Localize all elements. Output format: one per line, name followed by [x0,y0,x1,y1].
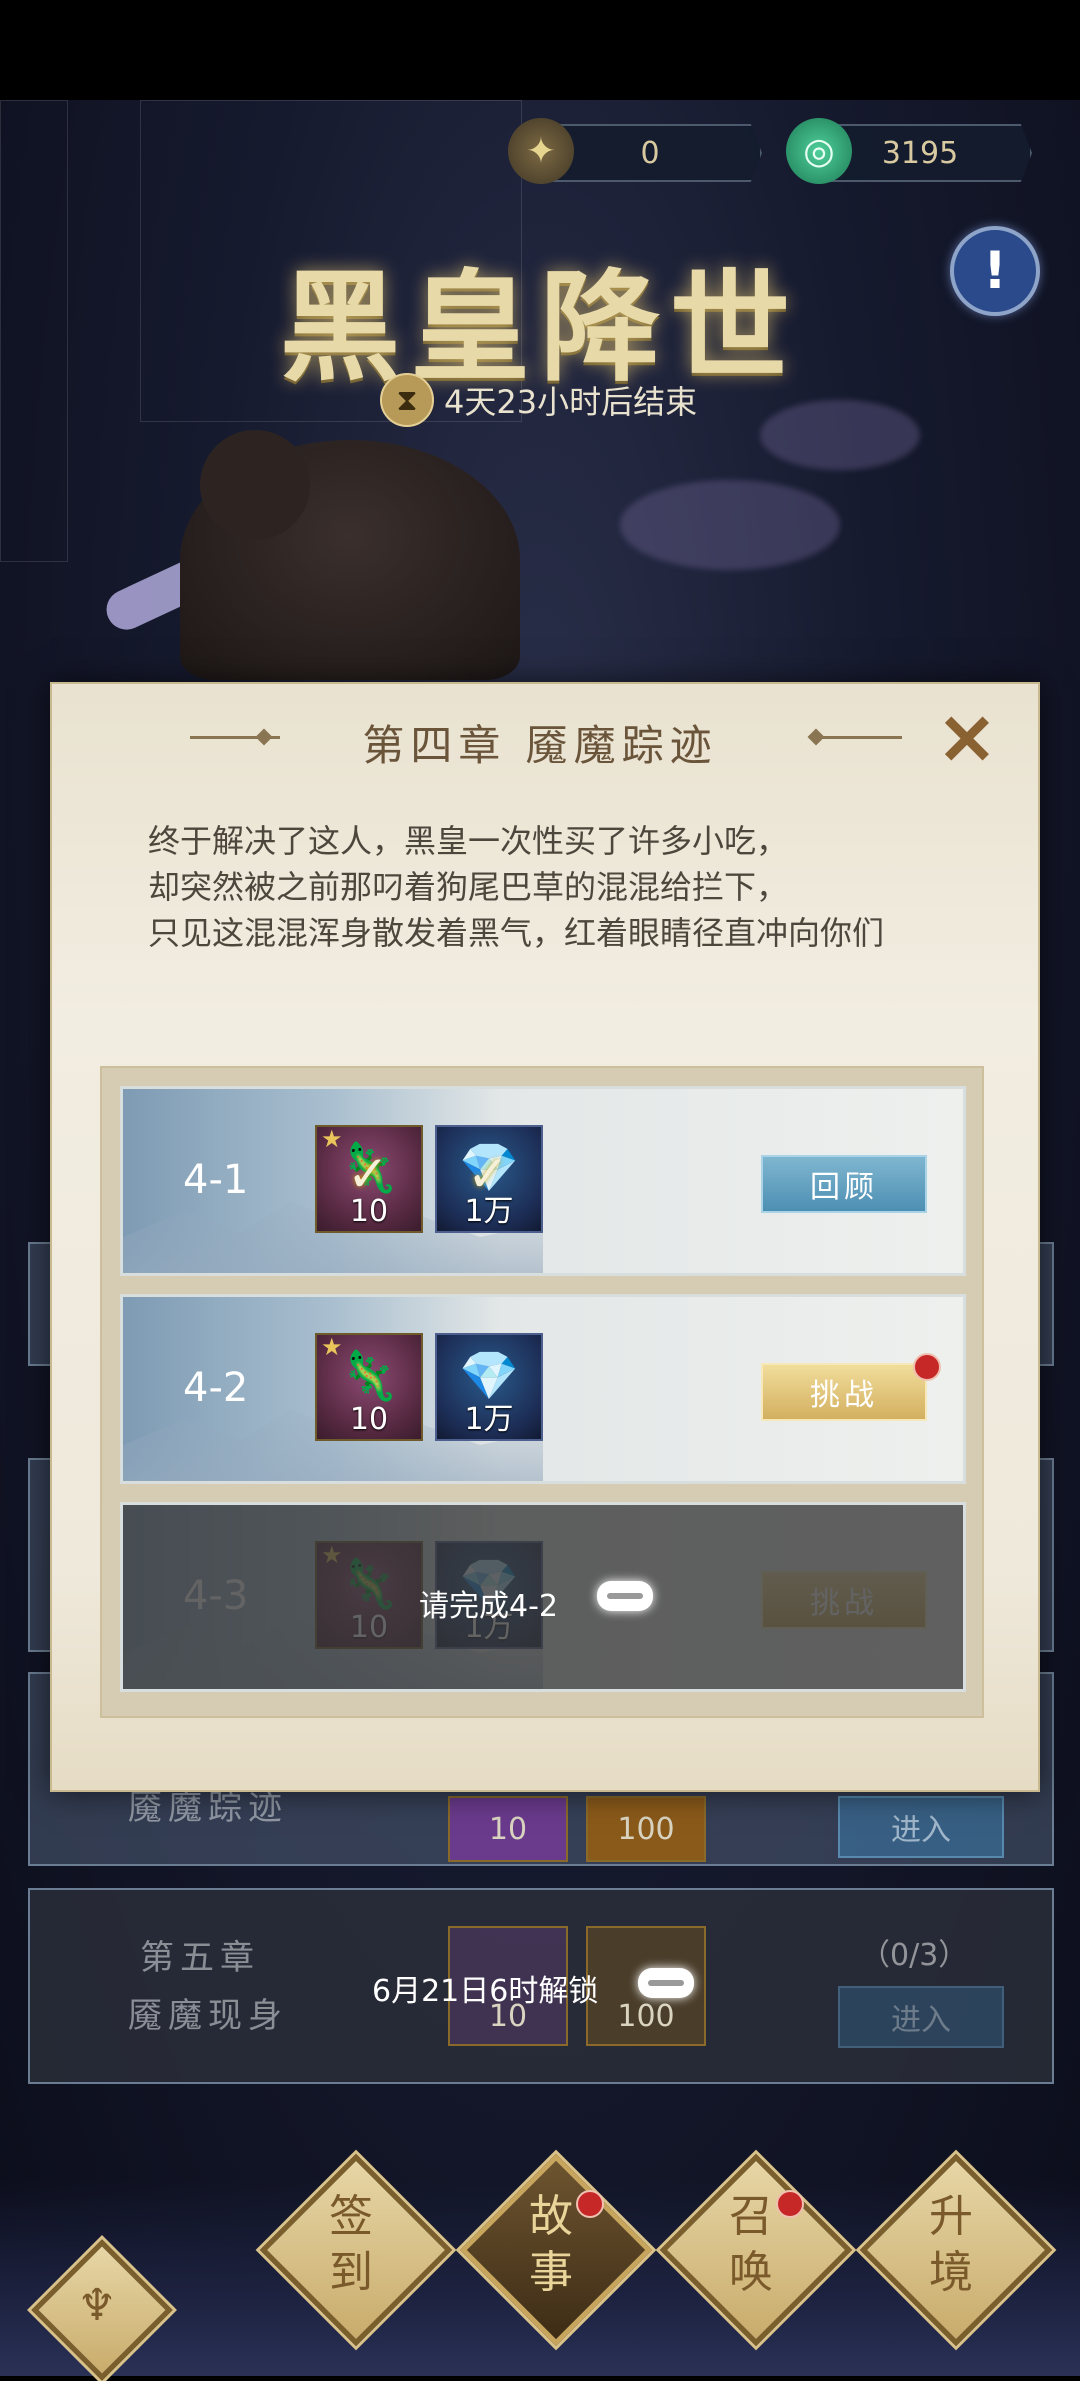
reward-qty: 1万 [464,1402,514,1437]
stage-row-4-1: 4-1 ★ 🦎 ✓ 10 💎 ✓ 1万 回顾 [120,1086,966,1276]
modal-title: 第四章 魇魔踪迹 [362,721,718,770]
story-line: 终于解决了这人，黑皇一次性买了许多小吃， [148,822,789,860]
chapter5-label-line2: 魇魔现身 [128,1996,288,2036]
chapter4-reward1: 10 [448,1796,568,1862]
chapter5-progress: （0/3） [860,1938,969,1973]
check-icon: ✓ [467,1145,509,1203]
close-button[interactable]: ✕ [934,698,1000,781]
ticket-count: 0 [640,135,660,171]
crystal-icon: 💎 [459,1348,519,1404]
story-text: 终于解决了这人，黑皇一次性买了许多小吃， 却突然被之前那叼着狗尾巴草的混混给拦下… [148,818,948,956]
story-line: 却突然被之前那叼着狗尾巴草的混混给拦下， [148,868,789,906]
challenge-button[interactable]: 挑战 [761,1363,927,1421]
reward-crystal[interactable]: 💎 ✓ 1万 [435,1125,543,1233]
nav-story-text: 故事 [529,2191,573,2298]
stage-row-4-3: 4-3 ★ 🦎 10 💎 1万 挑战 请完成4-2 [120,1502,966,1692]
hourglass-icon: ⧗ [380,373,434,427]
chapter5-lock-text: 6月21日6时解锁 [372,1974,599,2009]
background-cloud [760,400,920,470]
home-icon: ♆ [77,2279,117,2331]
nav-ascend-text: 升境 [929,2191,973,2298]
nav-signin-text: 签到 [329,2191,373,2298]
reward-chameleon[interactable]: ★ 🦎 ✓ 10 [315,1125,423,1233]
story-line: 只见这混混浑身散发着黑气，红着眼睛径直冲向你们 [148,914,885,952]
chapter5-enter-button: 进入 [838,1986,1004,2048]
chapter4-reward2: 100 [586,1796,706,1862]
stage-number: 4-2 [183,1365,249,1411]
stage-lock-text: 请完成4-2 [419,1589,558,1624]
event-timer: ⧗ 4天23小时后结束 [380,372,720,428]
chapter5-label-line1: 第五章 [140,1938,260,1978]
chapter4-reward2-qty: 100 [617,1811,675,1847]
nav-ascend-label: 升境 [891,2189,1011,2301]
notification-dot [776,2190,804,2218]
chapter5-reward2-qty: 100 [617,1998,675,2034]
close-x-icon: ✕ [937,697,997,781]
jade-count: 3195 [881,135,959,171]
notification-dot [913,1353,941,1381]
review-button[interactable]: 回顾 [761,1155,927,1213]
nav-signin-label: 签到 [291,2189,411,2301]
nav-summon-text: 召唤 [729,2191,773,2298]
stage-list: 4-1 ★ 🦎 ✓ 10 💎 ✓ 1万 回顾 4-2 ★ 🦎 10 💎 1万 挑… [100,1066,984,1718]
background-cloud [620,480,840,570]
lock-icon [638,1968,694,1998]
chameleon-icon: 🦎 [339,1348,399,1404]
notification-dot [576,2190,604,2218]
chapter4-reward1-qty: 10 [488,1811,528,1847]
ticket-icon: ✦ [508,118,574,184]
reward-qty: 10 [349,1402,389,1437]
check-icon: ✓ [347,1145,389,1203]
event-timer-text: 4天23小时后结束 [444,383,698,421]
stage-number: 4-1 [183,1157,249,1203]
chapter4-enter-button[interactable]: 进入 [838,1796,1004,1858]
reward-crystal[interactable]: 💎 1万 [435,1333,543,1441]
lock-icon [597,1581,653,1611]
character-hair-bun [200,430,310,540]
jade-icon: ◎ [786,118,852,184]
reward-chameleon[interactable]: ★ 🦎 10 [315,1333,423,1441]
stage-row-4-2: 4-2 ★ 🦎 10 💎 1万 挑战 [120,1294,966,1484]
